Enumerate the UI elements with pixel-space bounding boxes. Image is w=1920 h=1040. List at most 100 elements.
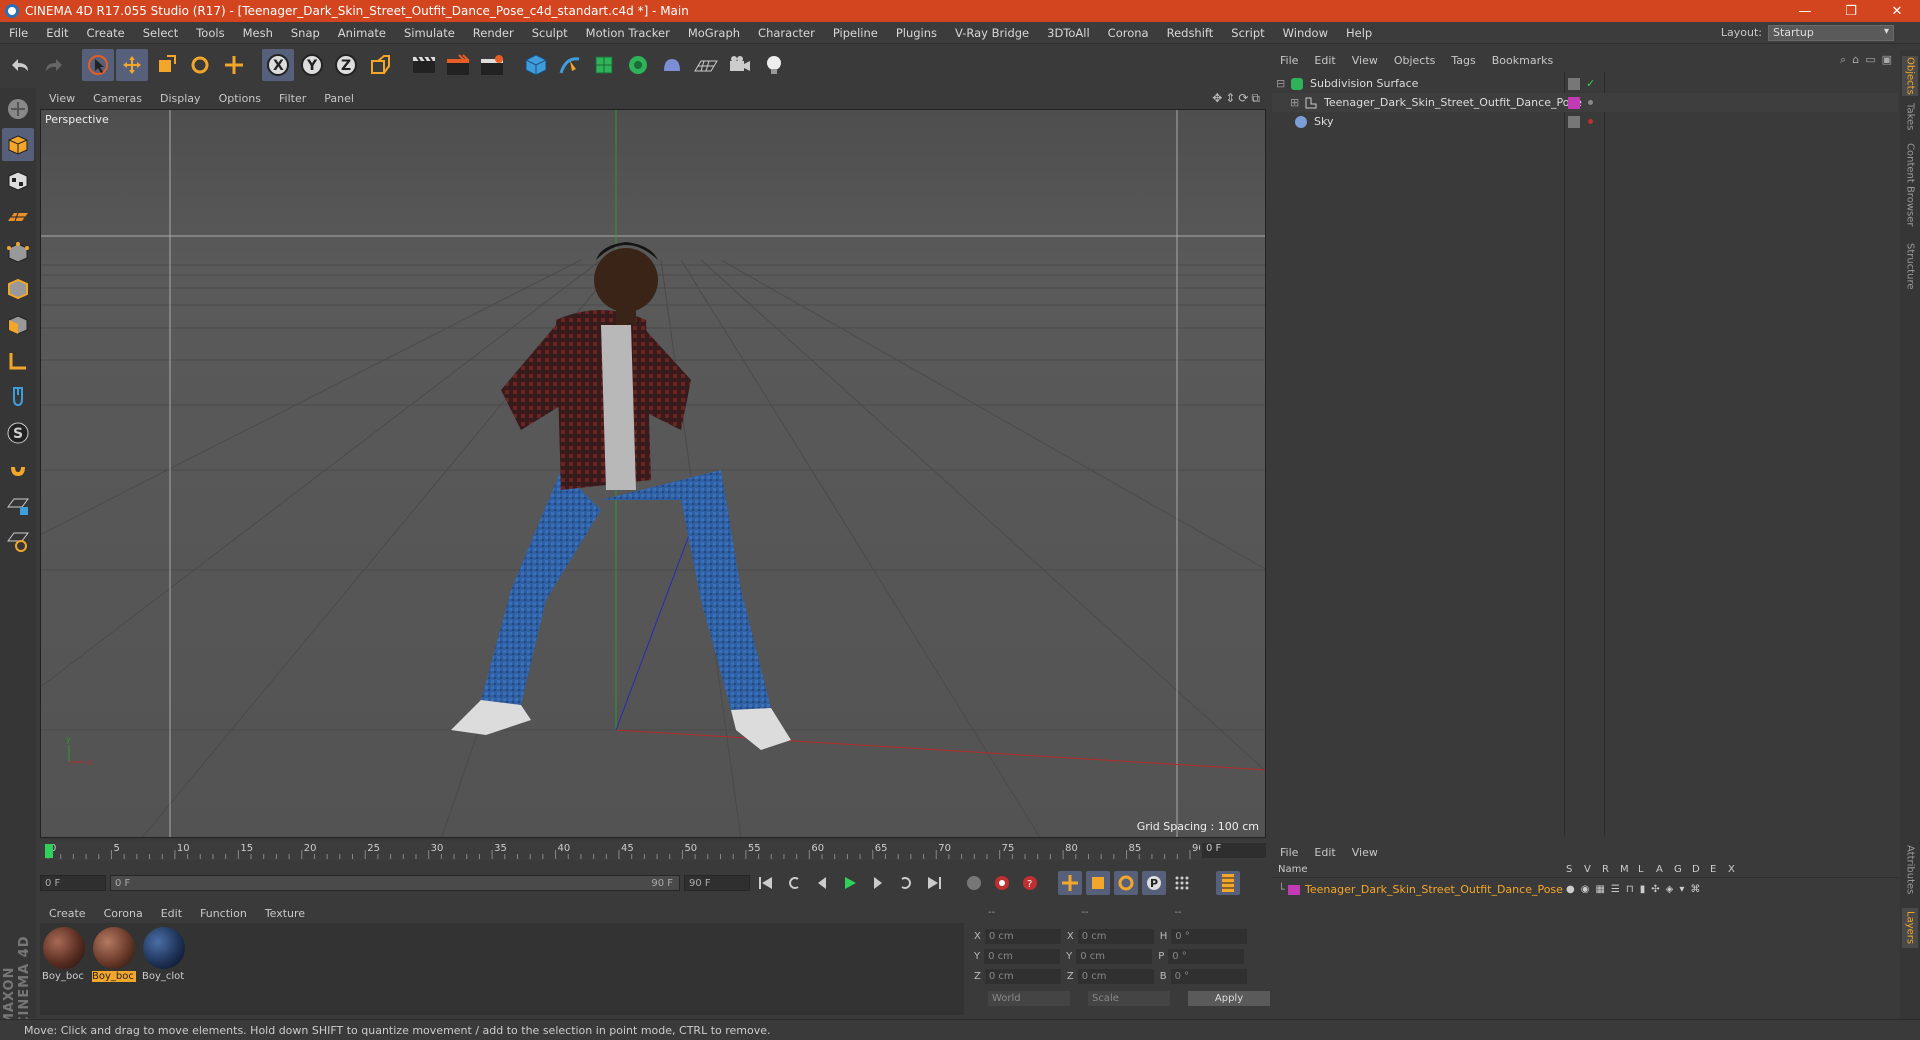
render-view-icon[interactable]: [408, 49, 440, 81]
menu-file[interactable]: File: [0, 26, 37, 40]
menu-mograph[interactable]: MoGraph: [679, 26, 749, 40]
material-menu-function[interactable]: Function: [191, 907, 256, 920]
point-level-animation-icon[interactable]: [1170, 871, 1194, 895]
viewport-menu-cameras[interactable]: Cameras: [84, 92, 151, 105]
coordinate-mode-dropdown[interactable]: World: [988, 991, 1070, 1006]
position-key-icon[interactable]: [1058, 871, 1082, 895]
playhead-marker[interactable]: [45, 844, 53, 858]
menu-sculpt[interactable]: Sculpt: [523, 26, 577, 40]
enabled-checkmark-icon[interactable]: ✓: [1586, 77, 1595, 90]
make-editable-icon[interactable]: [2, 92, 34, 125]
collapse-toggle-icon[interactable]: ⊟: [1276, 77, 1290, 90]
visibility-dot-icon[interactable]: [1588, 100, 1593, 105]
solo-toggle-icon[interactable]: ●: [1566, 884, 1575, 895]
menu-help[interactable]: Help: [1337, 26, 1381, 40]
menu-vray-bridge[interactable]: V-Ray Bridge: [946, 26, 1038, 40]
texture-mode-icon[interactable]: [2, 164, 34, 197]
object-menu-file[interactable]: File: [1272, 54, 1306, 67]
expand-toggle-icon[interactable]: ⊞: [1290, 96, 1304, 109]
object-row[interactable]: Sky: [1272, 112, 1898, 131]
edit-visibility-icon[interactable]: [1568, 115, 1580, 128]
rotation-key-icon[interactable]: [1114, 871, 1138, 895]
points-mode-icon[interactable]: [2, 236, 34, 269]
menu-mesh[interactable]: Mesh: [234, 26, 282, 40]
menu-animate[interactable]: Animate: [329, 26, 395, 40]
menu-3dtoall[interactable]: 3DToAll: [1038, 26, 1099, 40]
tab-layers[interactable]: Layers: [1902, 908, 1918, 948]
edit-visibility-icon[interactable]: [1568, 77, 1580, 90]
go-to-start-icon[interactable]: [754, 871, 778, 895]
previous-frame-icon[interactable]: [810, 871, 834, 895]
keyframe-selection-icon[interactable]: ?: [1018, 871, 1042, 895]
menu-motion-tracker[interactable]: Motion Tracker: [577, 26, 679, 40]
position-z-field[interactable]: 0 cm: [984, 969, 1061, 984]
tab-attributes[interactable]: Attributes: [1902, 840, 1918, 900]
tweak-mode-icon[interactable]: [2, 380, 34, 413]
menu-edit[interactable]: Edit: [37, 26, 77, 40]
apply-button[interactable]: Apply: [1188, 991, 1270, 1006]
menu-render[interactable]: Render: [464, 26, 523, 40]
material-menu-corona[interactable]: Corona: [95, 907, 152, 920]
menu-simulate[interactable]: Simulate: [395, 26, 464, 40]
timeline-ruler[interactable]: 051015202530354045505560657075808590 0 F: [40, 842, 1266, 860]
menu-script[interactable]: Script: [1222, 26, 1273, 40]
object-menu-objects[interactable]: Objects: [1386, 54, 1444, 67]
polygons-mode-icon[interactable]: [2, 308, 34, 341]
camera-object-icon[interactable]: [724, 49, 756, 81]
menu-snap[interactable]: Snap: [282, 26, 329, 40]
material-item[interactable]: Boy_clot: [142, 927, 186, 1011]
select-tool-icon[interactable]: [82, 49, 114, 81]
axis-mode-icon[interactable]: [2, 344, 34, 377]
tab-structure[interactable]: Structure: [1902, 240, 1918, 292]
record-keys-icon[interactable]: [962, 871, 986, 895]
object-row[interactable]: ⊞ Teenager_Dark_Skin_Street_Outfit_Dance…: [1272, 93, 1898, 112]
maximize-button[interactable]: ❐: [1828, 4, 1874, 19]
lock-toggle-icon[interactable]: ⊓: [1626, 884, 1634, 895]
menu-plugins[interactable]: Plugins: [887, 26, 946, 40]
minimize-button[interactable]: —: [1782, 4, 1828, 19]
z-axis-lock-icon[interactable]: Z: [330, 49, 362, 81]
menu-character[interactable]: Character: [749, 26, 824, 40]
viewport-menu-view[interactable]: View: [40, 92, 84, 105]
viewport-menu-panel[interactable]: Panel: [315, 92, 363, 105]
y-axis-lock-icon[interactable]: Y: [296, 49, 328, 81]
generators-toggle-icon[interactable]: ✣: [1651, 884, 1659, 895]
dolly-view-icon[interactable]: ⇕: [1225, 91, 1235, 106]
tab-takes[interactable]: Takes: [1902, 102, 1918, 132]
size-z-field[interactable]: 0 cm: [1077, 969, 1154, 984]
planar-workplane-icon[interactable]: [2, 524, 34, 557]
menu-create[interactable]: Create: [78, 26, 134, 40]
deformers-toggle-icon[interactable]: ◈: [1666, 884, 1674, 895]
subdivision-surface-icon[interactable]: [588, 49, 620, 81]
menu-tools[interactable]: Tools: [187, 26, 233, 40]
move-tool-icon[interactable]: [116, 49, 148, 81]
render-settings-icon[interactable]: [476, 49, 508, 81]
cube-object-icon[interactable]: [520, 49, 552, 81]
render-toggle-icon[interactable]: ▦: [1595, 884, 1604, 895]
play-forward-icon[interactable]: [838, 871, 862, 895]
start-frame-field[interactable]: 0 F: [40, 875, 106, 891]
timeline-window-icon[interactable]: [1216, 871, 1240, 895]
scale-key-icon[interactable]: [1086, 871, 1110, 895]
end-frame-field[interactable]: 90 F: [684, 875, 750, 891]
menu-corona[interactable]: Corona: [1099, 26, 1158, 40]
layer-menu-view[interactable]: View: [1344, 846, 1386, 859]
scale-tool-icon[interactable]: [150, 49, 182, 81]
edges-mode-icon[interactable]: [2, 272, 34, 305]
rotation-b-field[interactable]: 0 °: [1170, 969, 1247, 984]
layout-dropdown[interactable]: Startup: [1768, 24, 1894, 41]
x-axis-lock-icon[interactable]: X: [262, 49, 294, 81]
rotation-h-field[interactable]: 0 °: [1171, 929, 1248, 944]
menu-pipeline[interactable]: Pipeline: [824, 26, 887, 40]
rotate-tool-icon[interactable]: [184, 49, 216, 81]
layer-color-swatch[interactable]: [1568, 96, 1580, 109]
rotation-p-field[interactable]: 0 °: [1168, 949, 1245, 964]
coordinate-system-icon[interactable]: [364, 49, 396, 81]
orbit-view-icon[interactable]: ⟳: [1238, 91, 1248, 106]
new-view-icon[interactable]: ▭: [1865, 53, 1875, 67]
animation-toggle-icon[interactable]: ▮: [1640, 884, 1646, 895]
model-mode-icon[interactable]: [2, 128, 34, 161]
layer-menu-file[interactable]: File: [1272, 846, 1306, 859]
layer-color-swatch[interactable]: [1288, 884, 1300, 895]
size-y-field[interactable]: 0 cm: [1076, 949, 1153, 964]
